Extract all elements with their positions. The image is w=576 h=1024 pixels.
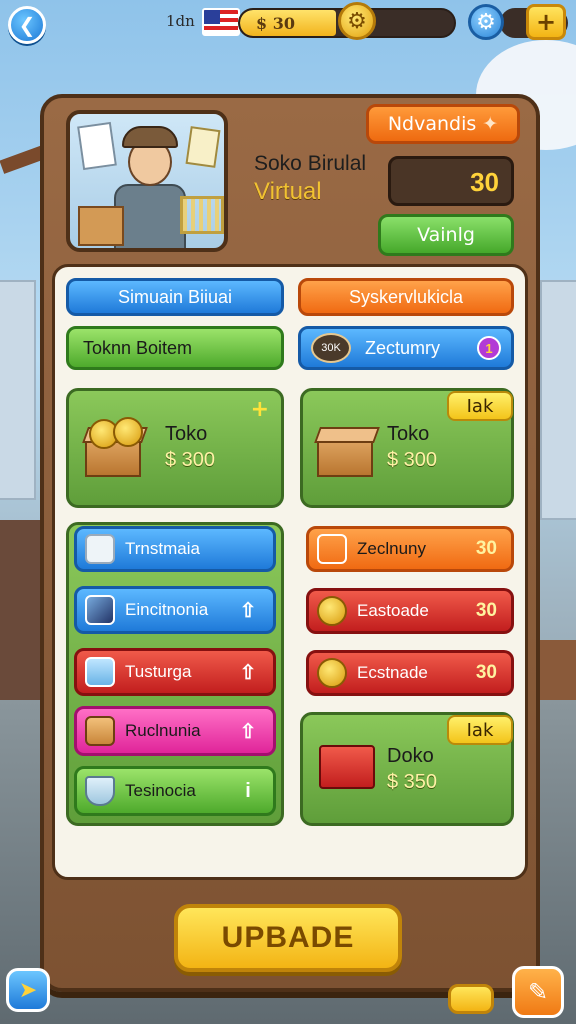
update-button[interactable]: UPBADE [174,904,402,972]
level-label: 1dn [166,12,195,30]
card-badge: Iak [447,391,513,421]
shop-card[interactable]: Toko $ 300 + [66,388,284,508]
card-title: Doko [387,745,434,767]
upgrade-arrow-icon: ⇧ [239,599,257,622]
cart-icon [319,745,375,789]
screen-icon [85,595,115,625]
tag-label: Ndvandis [387,113,477,135]
list-item[interactable]: Ruclnunia ⇧ [74,706,276,756]
shopkeeper-portrait [66,110,228,252]
card-title: Toko [387,423,430,445]
arrow-icon: ➤ [18,977,38,1003]
box-icon [78,206,124,246]
receipt-icon [185,126,221,168]
list-item-label: Ruclnunia [125,721,201,740]
shop-card[interactable]: Toko $ 300 Iak [300,388,514,508]
tab-zectumry-label: Zectumry [365,337,441,358]
tool-button[interactable]: ✎ [512,966,564,1018]
list-item-value: 30 [475,538,497,559]
building-right [540,280,576,520]
settings-icon: ⚙ [476,9,496,35]
shop-corner-button[interactable] [448,984,494,1014]
note-icon [77,121,117,171]
back-button[interactable]: ❮ [8,6,46,44]
list-item-label: Trnstmaia [125,539,200,558]
list-item[interactable]: Eastoade 30 [306,588,514,634]
gear-icon[interactable]: ⚙ [338,2,376,40]
card-badge: Iak [447,715,513,745]
flag-icon [202,8,240,36]
share-button[interactable]: ➤ [6,968,50,1012]
list-item-value: 30 [475,662,497,683]
list-item[interactable]: Zeclnuny 30 [306,526,514,572]
coins-icon [317,658,347,688]
score-value: 30 [470,167,499,197]
settings-button[interactable]: ⚙ [468,4,504,40]
card-price: $ 300 [387,449,438,471]
upgrade-arrow-icon: ⇧ [239,661,257,684]
speech-bubble-icon: 30K [311,333,351,363]
shopkeeper-body [114,184,186,248]
list-item[interactable]: Trnstmaia [74,526,276,572]
list-item-label: Zeclnuny [357,539,426,558]
tab-syskervlukicla[interactable]: Syskervlukicla [298,278,514,316]
tab-toknn-boitem[interactable]: Toknn Boitem [66,326,284,370]
star-icon: ✦ [482,113,499,135]
vainlg-button[interactable]: Vainlg [378,214,514,256]
tool-icon: ✎ [527,978,549,1006]
upgrade-arrow-icon: ⇧ [239,720,257,743]
list-item[interactable]: Tesinocia i [74,766,276,816]
list-item[interactable]: Ecstnade 30 [306,650,514,696]
ndvandis-tag-button[interactable]: Ndvandis ✦ [366,104,520,144]
cap-icon [122,126,178,148]
crate-icon [317,435,373,477]
arrow-left-icon: ❮ [18,13,36,37]
list-item-label: Eastoade [357,601,429,620]
currency-value: $ 30 [256,14,295,33]
shop-subtitle: Virtual [254,178,322,205]
list-item-label: Tesinocia [125,781,196,800]
cart-icon [180,196,224,234]
cup-icon [85,534,115,564]
list-item-label: Ecstnade [357,663,428,682]
card-price: $ 300 [165,449,216,471]
list-item-label: Eincitnonia [125,600,209,619]
coins-icon [317,596,347,626]
sparkle-icon: + [250,397,269,422]
coins-icon [113,417,143,447]
bowl-icon [85,776,115,806]
tab-simuain[interactable]: Simuain Biiuai [66,278,284,316]
info-icon: i [245,779,251,802]
card-title: Toko [165,423,208,445]
list-item-label: Tusturga [125,662,192,681]
add-currency-button[interactable]: + [526,4,566,40]
list-item-value: 30 [475,600,497,621]
tab-zectumry[interactable]: 30K Zectumry 1 [298,326,514,370]
shop-title: Soko Birulal [254,152,367,175]
notification-badge: 1 [477,336,501,360]
list-item[interactable]: Eincitnonia ⇧ [74,586,276,634]
shop-card[interactable]: Doko $ 350 Iak [300,712,514,826]
building-left [0,280,36,500]
list-item[interactable]: Tusturga ⇧ [74,648,276,696]
score-box: 30 [388,156,514,206]
shelf-left [0,520,40,700]
card-price: $ 350 [387,771,438,793]
box-icon [85,716,115,746]
jar-icon [85,657,115,687]
cube-icon [317,534,347,564]
